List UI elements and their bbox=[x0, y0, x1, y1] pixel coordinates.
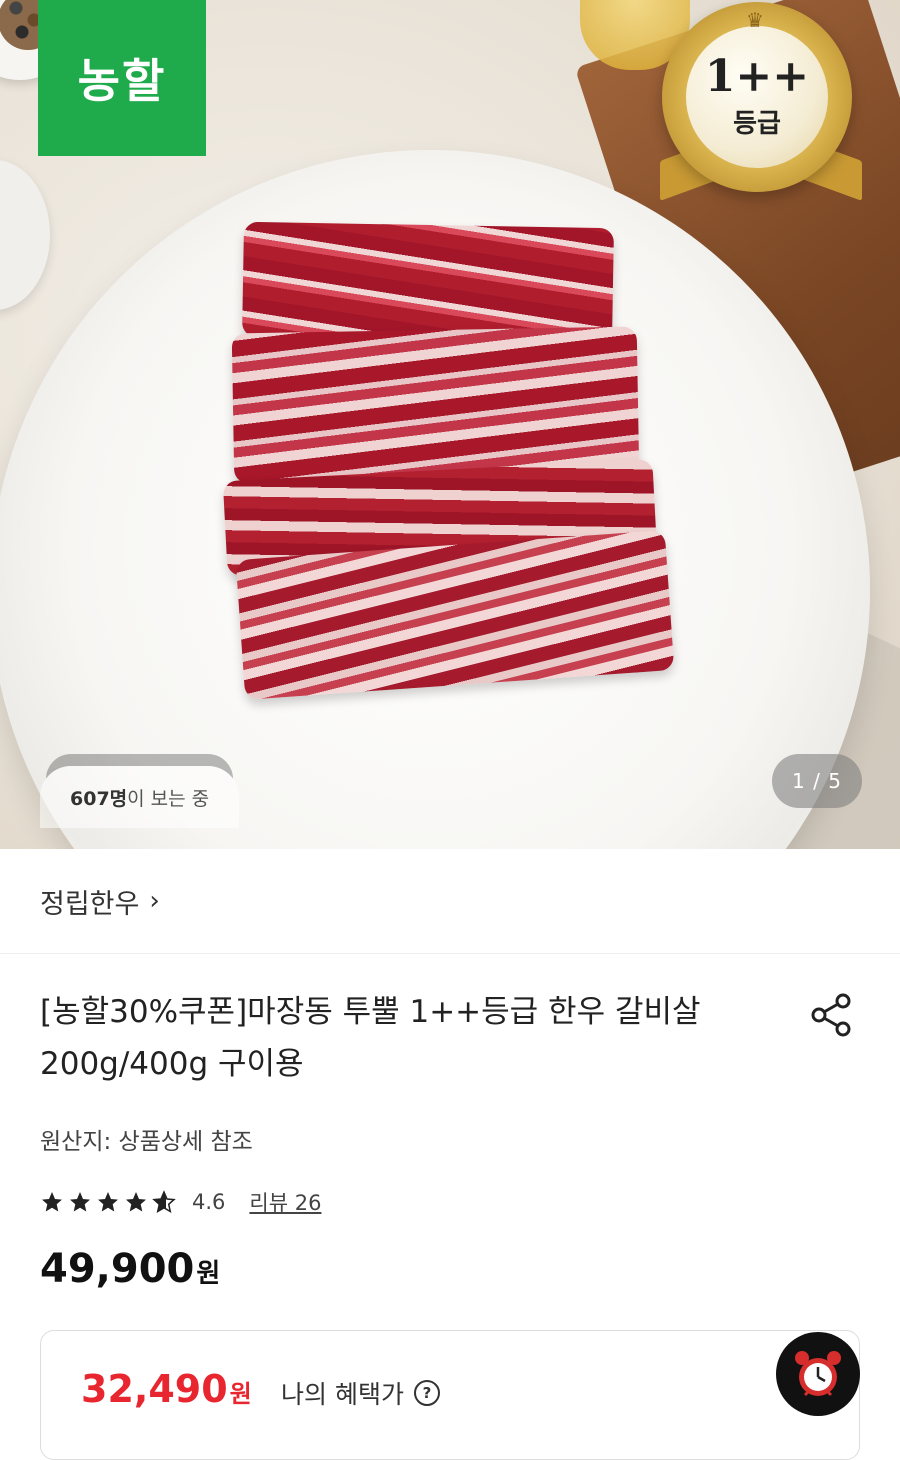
viewers-count: 607명 bbox=[70, 787, 128, 810]
star-icon bbox=[98, 1192, 118, 1212]
chevron-right-icon: › bbox=[149, 886, 160, 916]
salt-bowl bbox=[0, 160, 50, 310]
grade-badge: 1++ 등급 ♛ bbox=[652, 0, 862, 201]
origin-info: 원산지: 상품상세 참조 bbox=[40, 1129, 253, 1155]
viewers-suffix: 이 보는 중 bbox=[127, 787, 210, 810]
beef-rib-meat bbox=[222, 221, 675, 700]
product-title: [농할30%쿠폰]마장동 투뿔 1++등급 한우 갈비살 200g/400g 구… bbox=[40, 994, 701, 1082]
review-link[interactable]: 리뷰 26 bbox=[249, 1187, 321, 1217]
benefit-label: 나의 혜택가 bbox=[281, 1380, 404, 1409]
brand-logo: 농할 bbox=[38, 0, 206, 156]
help-icon[interactable]: ? bbox=[413, 1380, 440, 1406]
star-icon bbox=[42, 1192, 62, 1212]
alarm-clock-button[interactable] bbox=[776, 1332, 860, 1416]
image-counter: 1 / 5 bbox=[772, 754, 862, 808]
viewers-badge: 607명 이 보는 중 bbox=[40, 766, 240, 828]
star-rating bbox=[40, 1190, 180, 1214]
product-image-carousel[interactable]: 농할 1++ 등급 ♛ 607명 이 보는 중 1 / 5 bbox=[0, 0, 900, 849]
benefit-unit: 원 bbox=[229, 1380, 252, 1408]
alarm-clock-icon bbox=[795, 1351, 841, 1397]
benefit-price: 32,490원 bbox=[81, 1367, 252, 1411]
rating-score: 4.6 bbox=[192, 1190, 226, 1214]
grade-text: 1++ bbox=[704, 50, 810, 102]
benefit-amount: 32,490 bbox=[81, 1367, 228, 1411]
price-unit: 원 bbox=[196, 1259, 221, 1289]
rating-row: 4.6 리뷰 26 bbox=[40, 1184, 321, 1220]
star-icon bbox=[70, 1192, 90, 1212]
share-icon[interactable] bbox=[806, 990, 856, 1040]
store-name: 정립한우 bbox=[40, 888, 140, 920]
benefit-price-box[interactable]: 32,490원 나의 혜택가 ? bbox=[40, 1330, 860, 1460]
star-icon bbox=[126, 1192, 146, 1212]
crown-icon: ♛ bbox=[746, 8, 764, 32]
store-link[interactable]: 정립한우 › bbox=[0, 849, 900, 954]
benefit-label-row: 나의 혜택가 ? bbox=[281, 1375, 440, 1411]
grade-label: 등급 bbox=[733, 108, 781, 139]
star-half-icon bbox=[152, 1190, 176, 1214]
price-amount: 49,900 bbox=[40, 1246, 195, 1292]
original-price: 49,900원 bbox=[40, 1246, 220, 1292]
